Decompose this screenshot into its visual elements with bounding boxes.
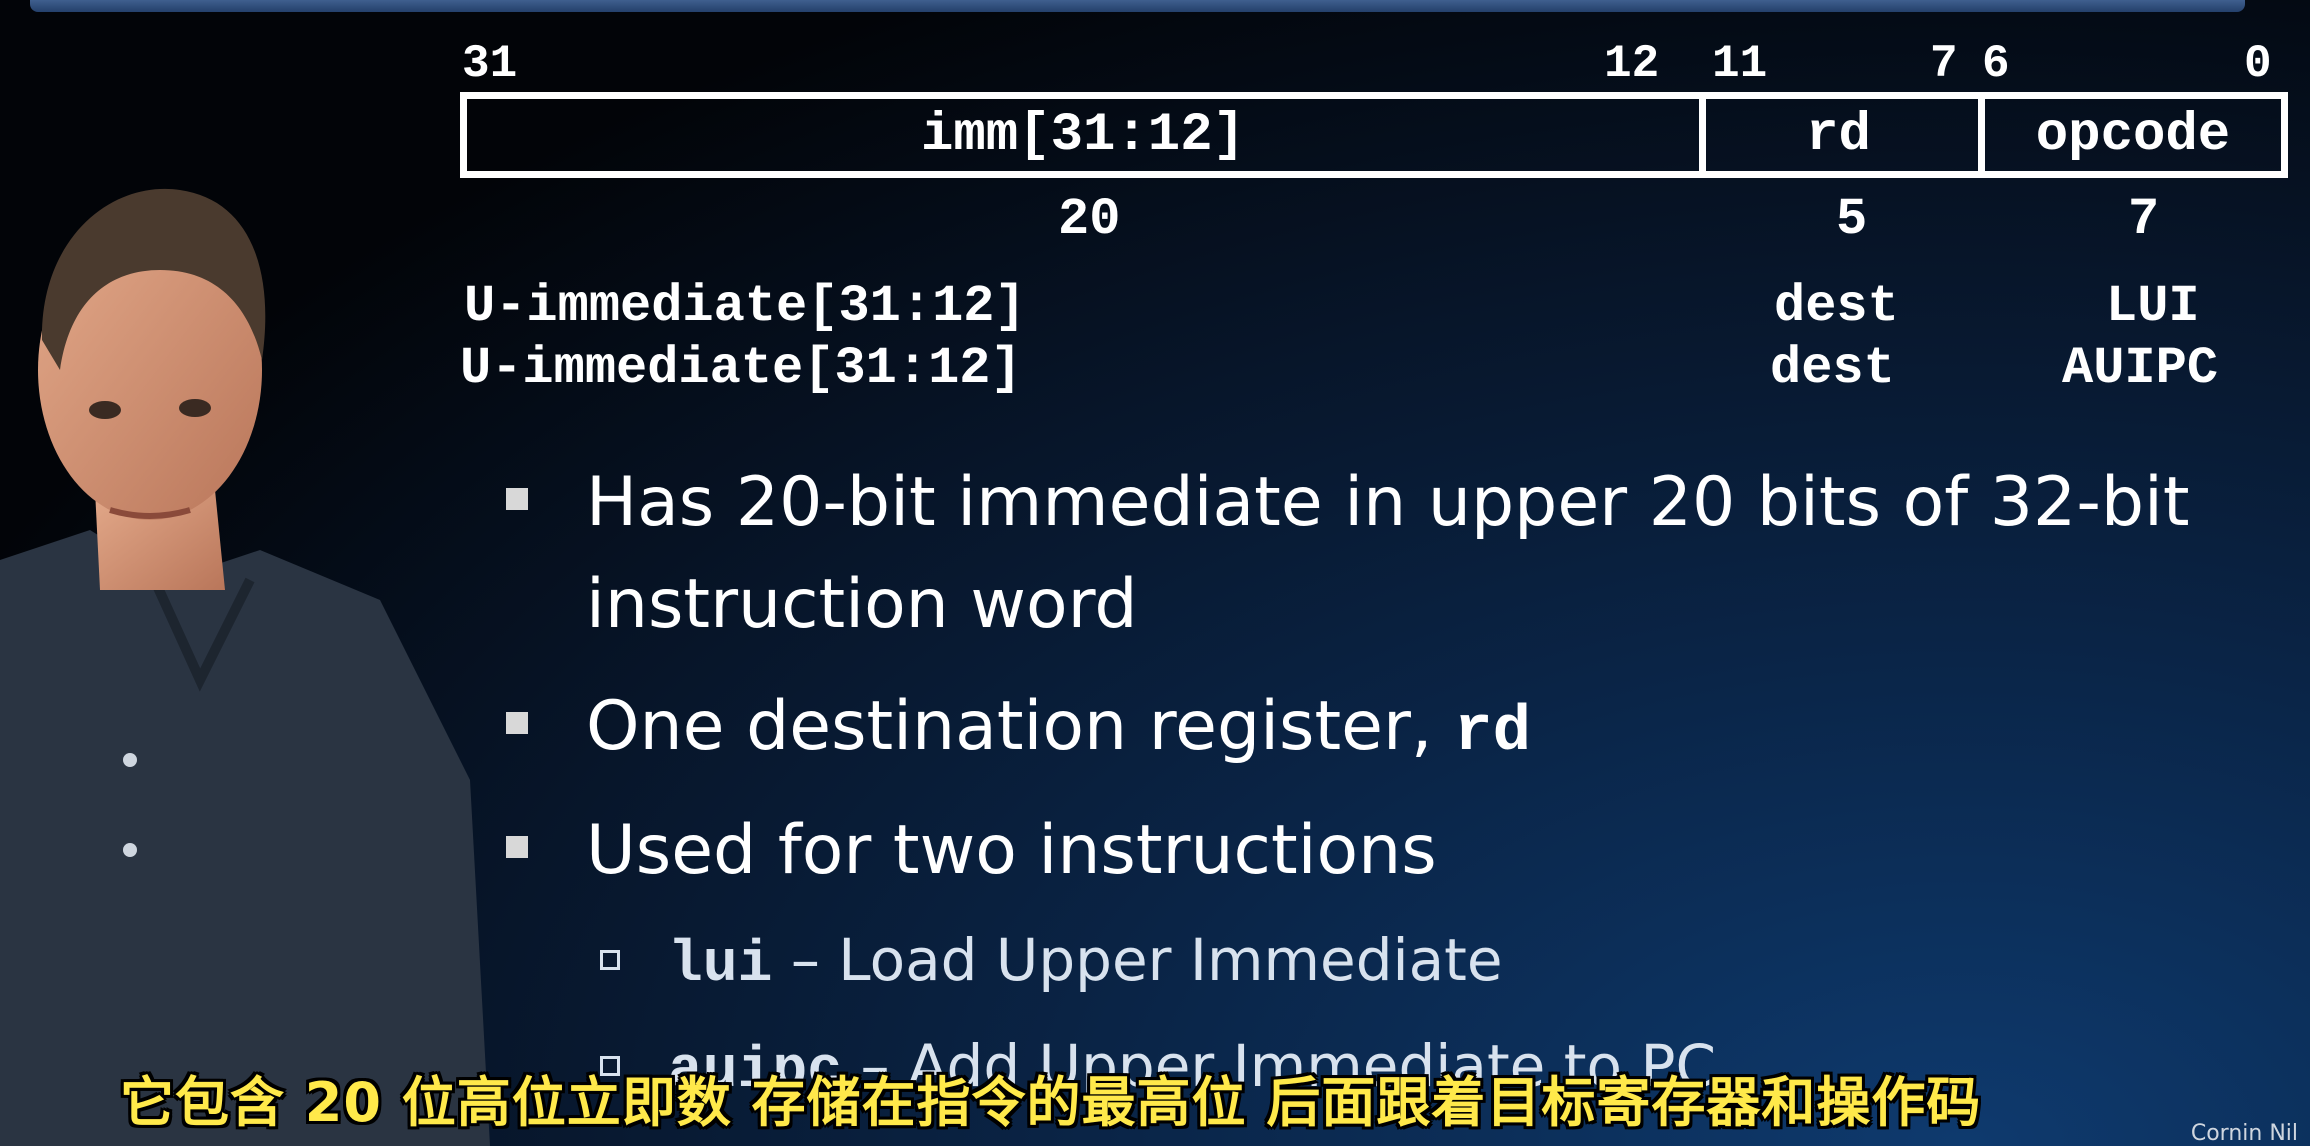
bullet-two-instructions-text: Used for two instructions [586, 811, 1437, 890]
field-rd-label: rd [1806, 104, 1871, 166]
bullet-square-icon [506, 712, 528, 734]
bullet-immediate-line1: Has 20-bit immediate in upper 20 bits of… [586, 463, 2190, 542]
bit-label-0: 0 [2244, 38, 2272, 90]
bit-label-12: 12 [1604, 38, 1660, 90]
field-imm-width: 20 [1058, 190, 1121, 249]
presenter-image [0, 188, 490, 1146]
sub-bullet-lui-code: lui [668, 933, 773, 998]
row-auipc-imm: U-immediate[31:12] [460, 339, 1022, 398]
watermark: Cornin Nil [2190, 1121, 2298, 1146]
bit-label-31: 31 [462, 38, 518, 90]
field-opcode-label: opcode [2035, 104, 2231, 166]
bit-label-6: 6 [1982, 38, 2010, 90]
bullet-square-icon [506, 836, 528, 858]
bullet-square-icon [506, 488, 528, 510]
field-imm-label: imm[31:12] [920, 104, 1246, 166]
field-opcode: opcode [1978, 92, 2288, 178]
bit-label-11: 11 [1712, 38, 1768, 90]
field-rd: rd [1699, 92, 1985, 178]
sub-bullet-square-icon [600, 950, 620, 970]
row-lui-rd: dest [1774, 277, 1899, 336]
row-lui-opcode: LUI [2106, 277, 2200, 336]
slide-top-bar [30, 0, 2245, 12]
bit-label-7: 7 [1930, 38, 1958, 90]
bullet-immediate: Has 20-bit immediate in upper 20 bits of… [506, 452, 2190, 656]
video-subtitle: 它包含 20 位高位立即数 存储在指令的最高位 后面跟着目标寄存器和操作码 [120, 1071, 1982, 1134]
bullet-destination: One destination register, rd [506, 676, 1531, 784]
sub-bullet-lui-text: – Load Upper Immediate [772, 926, 1503, 994]
sub-bullet-lui: lui – Load Upper Immediate [600, 924, 1503, 1002]
row-lui-imm: U-immediate[31:12] [464, 277, 1026, 336]
field-opcode-width: 7 [2128, 190, 2160, 249]
bullet-two-instructions: Used for two instructions [506, 800, 1437, 902]
bullet-destination-text: One destination register, [586, 687, 1455, 766]
field-rd-width: 5 [1836, 190, 1868, 249]
row-auipc-rd: dest [1770, 339, 1895, 398]
row-auipc-opcode: AUIPC [2062, 339, 2219, 398]
bullet-immediate-line2: instruction word [586, 565, 1138, 644]
bullet-destination-code: rd [1454, 697, 1531, 769]
field-imm: imm[31:12] [460, 92, 1706, 178]
